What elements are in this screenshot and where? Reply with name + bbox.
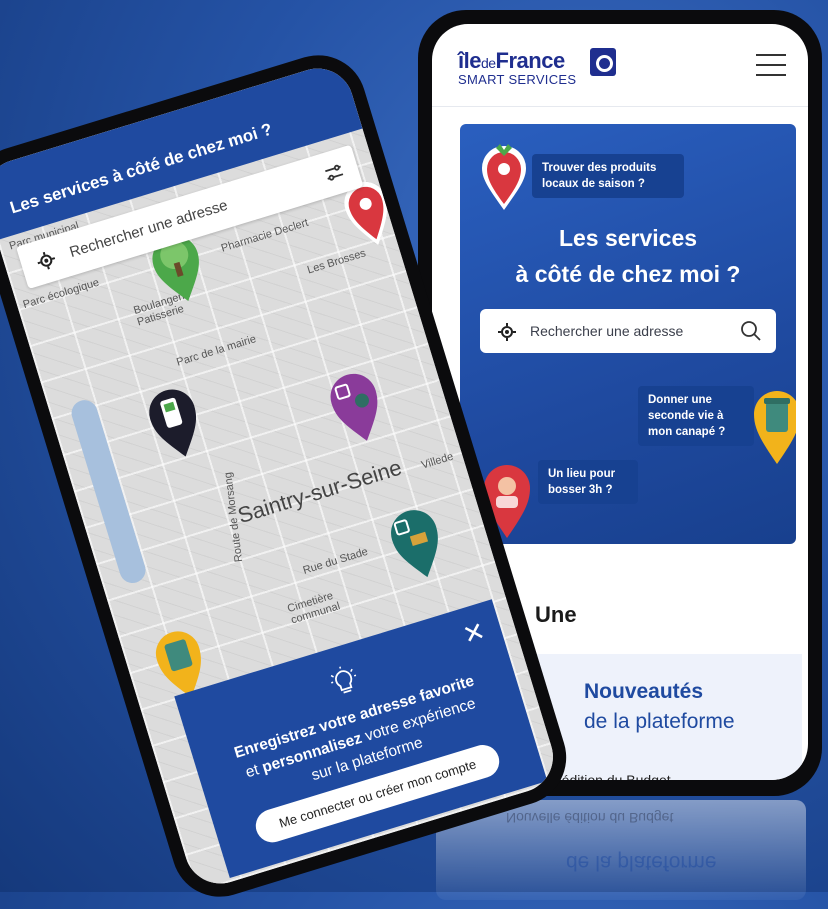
bubble-local-produce: Trouver des produits locaux de saison ?: [532, 154, 684, 198]
lightbulb-icon: [330, 666, 357, 694]
hero-title: Les services à côté de chez moi ?: [515, 225, 741, 287]
brand-logo-icon: [590, 48, 616, 76]
reflection-text-2: de la plateforme: [566, 851, 717, 874]
app-header: îledeFrance SMART SERVICES: [432, 24, 808, 107]
news-title: Nouveautés: [584, 680, 704, 703]
filter-icon[interactable]: [322, 160, 347, 185]
brand-logo-text[interactable]: îledeFrance SMART SERVICES: [458, 48, 576, 87]
bubble-sofa: Donner une seconde vie à mon canapé ?: [638, 386, 754, 446]
brand-name: îledeFrance: [458, 48, 565, 73]
section-title-une: Une: [535, 602, 577, 627]
news-card[interactable]: Nouveautés de la plateforme: [532, 654, 802, 780]
close-icon[interactable]: ✕: [459, 615, 489, 651]
brand-subtitle: SMART SERVICES: [458, 72, 577, 87]
hamburger-menu-button[interactable]: [756, 54, 786, 76]
local-produce-pin-icon: [482, 144, 526, 210]
search-icon[interactable]: [740, 320, 762, 342]
news-subtitle: de la plateforme: [584, 710, 735, 733]
locate-icon[interactable]: [498, 323, 516, 341]
locate-icon[interactable]: [35, 249, 57, 271]
reflection-text-1: Nouvelle édition du Budget: [506, 810, 674, 826]
search-placeholder: Rechercher une adresse: [530, 323, 684, 339]
hero-search-input[interactable]: Rechercher une adresse: [480, 309, 776, 353]
bubble-work-space: Un lieu pour bosser 3h ?: [538, 460, 638, 504]
recycle-bin-pin-icon: [754, 391, 796, 464]
hero-banner: Trouver des produits locaux de saison ? …: [460, 124, 796, 544]
